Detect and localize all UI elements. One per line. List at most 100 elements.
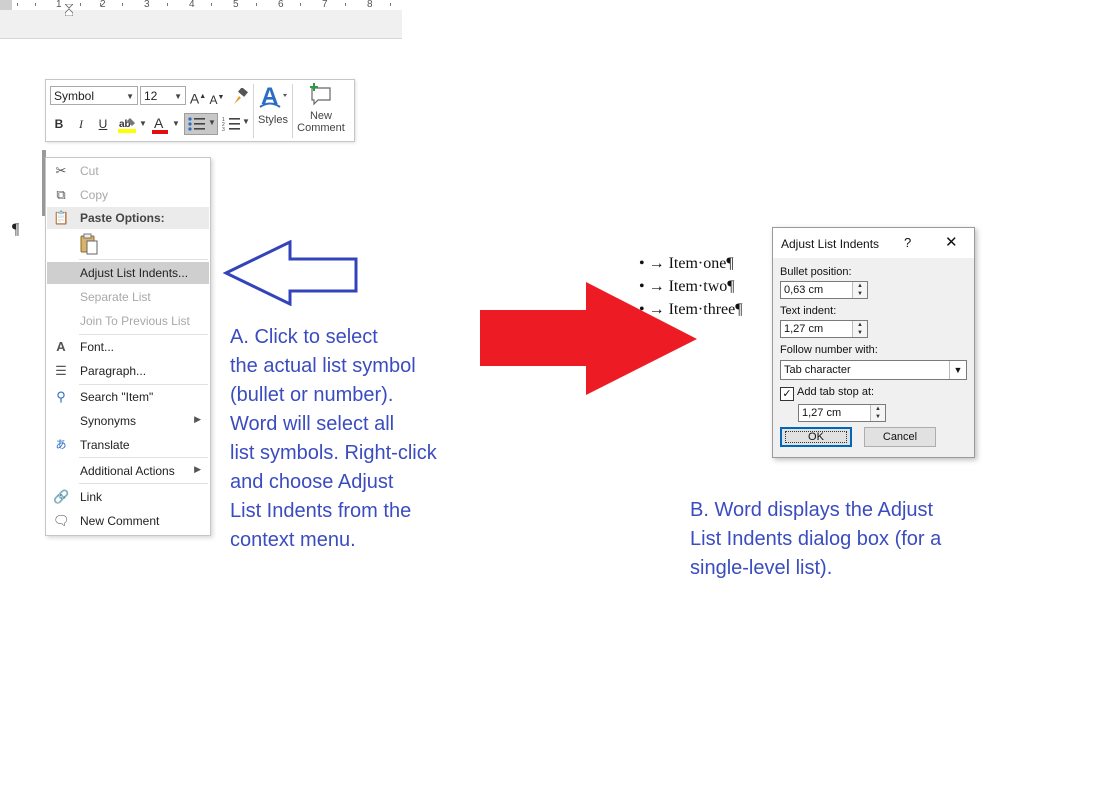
underline-button[interactable]: U [94, 114, 112, 134]
font-color-icon: A [154, 115, 164, 131]
menu-item-join-previous-list[interactable]: Join To Previous List [47, 310, 209, 332]
toolbar-divider [253, 84, 254, 138]
bullets-button[interactable]: ▼ [184, 113, 218, 135]
follow-number-value: Tab character [784, 364, 851, 376]
caption-b: B. Word displays the Adjust List Indents… [690, 496, 941, 583]
menu-item-label: Synonyms [80, 414, 137, 428]
caption-line: single-level list). [690, 557, 833, 579]
focus-rectangle [785, 431, 847, 443]
ruler-tick [390, 3, 391, 6]
ruler-tick [211, 3, 212, 6]
translate-icon: あ [55, 439, 67, 451]
shrink-font-icon: A [209, 93, 218, 107]
chevron-down-icon: ▼ [949, 361, 966, 379]
add-tab-stop-checkbox[interactable]: ✓ [780, 387, 794, 401]
menu-item-separate-list[interactable]: Separate List [47, 286, 209, 308]
text-indent-label: Text indent: [780, 305, 837, 317]
menu-item-label: Cut [80, 164, 99, 178]
highlight-color-button[interactable]: ab ▼ [116, 116, 148, 134]
menu-item-search[interactable]: ⚲ Search "Item" [47, 386, 209, 408]
grow-font-button[interactable]: A▲ [189, 87, 207, 109]
cancel-button[interactable]: Cancel [864, 427, 936, 447]
menu-item-new-comment[interactable]: 🗨 New Comment [47, 510, 209, 532]
paragraph-mark: ¶ [12, 221, 20, 238]
font-size-combo[interactable]: 12 ▼ [140, 86, 186, 105]
menu-item-additional-actions[interactable]: Additional Actions ▶ [47, 460, 209, 482]
scissors-icon: ✂ [55, 163, 67, 178]
caption-line: the actual list symbol [230, 355, 416, 377]
menu-item-cut[interactable]: ✂ Cut [47, 160, 209, 182]
caption-line: List Indents dialog box (for a [690, 528, 942, 550]
ruler-tick [17, 3, 18, 6]
new-comment-button[interactable]: New Comment [294, 83, 348, 134]
text-indent-spinner[interactable]: 1,27 cm ▲ ▼ [780, 320, 868, 338]
format-painter-icon[interactable] [231, 88, 249, 106]
spinner-arrows-icon[interactable]: ▲ ▼ [852, 321, 867, 337]
numbering-button[interactable]: 1 2 3 ▼ [220, 114, 252, 134]
toolbar-divider [292, 84, 293, 138]
font-color-button[interactable]: A ▼ [150, 115, 182, 134]
menu-item-font[interactable]: A Font... [47, 336, 209, 358]
styles-icon: A [259, 83, 287, 110]
menu-item-copy[interactable]: ⧉ Copy [47, 184, 209, 206]
bullet-position-spinner[interactable]: 0,63 cm ▲ ▼ [780, 281, 868, 299]
styles-label: Styles [258, 114, 288, 126]
ruler-number: 3 [144, 0, 150, 10]
ok-button[interactable]: OK [780, 427, 852, 447]
menu-item-synonyms[interactable]: Synonyms ▶ [47, 410, 209, 432]
shrink-font-button[interactable]: A▼ [209, 88, 225, 110]
comment-icon: 🗨 [53, 513, 70, 528]
ruler-tick [167, 3, 168, 6]
styles-button[interactable]: A Styles [255, 83, 291, 126]
close-icon[interactable]: ✕ [945, 233, 958, 251]
ruler-number: 2 [100, 0, 106, 10]
paste-keep-text-icon[interactable] [79, 233, 99, 255]
menu-separator [79, 457, 208, 458]
ruler-number: 4 [189, 0, 195, 10]
numbered-list-icon: 1 2 3 [222, 117, 240, 133]
caption-line: context menu. [230, 529, 356, 551]
horizontal-ruler[interactable]: 1 2 3 4 5 6 7 8 [0, 0, 402, 39]
ruler-margin [0, 0, 12, 10]
new-comment-label-line1: New [309, 110, 332, 122]
bullet-position-value: 0,63 cm [784, 284, 824, 296]
bold-button[interactable]: B [50, 114, 68, 134]
link-icon: 🔗 [53, 489, 70, 504]
ruler-number: 5 [233, 0, 239, 10]
paste-options-header: 📋 Paste Options: [47, 207, 209, 229]
menu-item-link[interactable]: 🔗 Link [47, 486, 209, 508]
context-menu: ✂ Cut ⧉ Copy 📋 Paste Options: Adjust Lis… [45, 157, 211, 536]
smart-lookup-icon: ⚲ [56, 389, 66, 404]
spinner-arrows-icon[interactable]: ▲ ▼ [870, 405, 885, 421]
bullet-list-icon [188, 117, 205, 131]
italic-button[interactable]: I [72, 114, 90, 134]
chevron-down-icon: ▼ [242, 117, 250, 126]
menu-separator [79, 384, 208, 385]
indent-marker-icon[interactable] [65, 4, 73, 16]
bullet-position-label: Bullet position: [780, 266, 852, 278]
caption-line: list symbols. Right-click [230, 442, 437, 464]
list-item: • → Item·three¶ [639, 301, 743, 318]
new-comment-label-line2: Comment [297, 122, 345, 134]
menu-separator [79, 259, 208, 260]
menu-item-adjust-list-indents[interactable]: Adjust List Indents... [47, 262, 209, 284]
help-button[interactable]: ? [904, 235, 911, 250]
caption-line: (bullet or number). [230, 384, 394, 406]
ruler-number: 7 [322, 0, 328, 10]
follow-number-select[interactable]: Tab character ▼ [780, 360, 967, 380]
ruler-number: 8 [367, 0, 373, 10]
menu-item-label: Paste Options: [80, 211, 165, 225]
menu-item-translate[interactable]: あ Translate [47, 434, 209, 456]
font-name-combo[interactable]: Symbol ▼ [50, 86, 138, 105]
menu-item-paragraph[interactable]: ☰ Paragraph... [47, 360, 209, 382]
submenu-arrow-icon: ▶ [194, 464, 201, 474]
copy-icon: ⧉ [56, 187, 66, 202]
text-indent-value: 1,27 cm [784, 323, 824, 335]
font-icon: A [56, 339, 66, 354]
menu-item-label: Join To Previous List [80, 314, 190, 328]
tab-stop-spinner[interactable]: 1,27 cm ▲ ▼ [798, 404, 886, 422]
dialog-title-bar: Adjust List Indents ? ✕ [773, 228, 974, 258]
menu-item-label: Adjust List Indents... [80, 266, 189, 280]
spinner-arrows-icon[interactable]: ▲ ▼ [852, 282, 867, 298]
ruler-number: 1 [56, 0, 62, 10]
